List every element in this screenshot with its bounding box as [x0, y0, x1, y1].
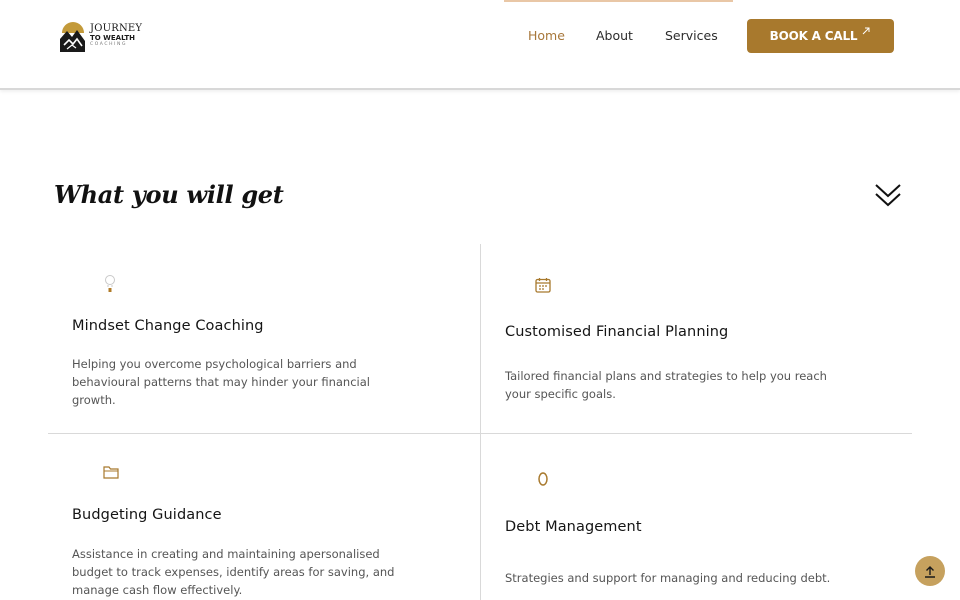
arrow-up-icon — [925, 566, 935, 578]
nav-active-indicator — [504, 0, 733, 2]
card-description: Assistance in creating and maintaining a… — [72, 547, 395, 597]
ring-icon — [538, 472, 548, 486]
nav-services[interactable]: Services — [665, 28, 718, 43]
card-description: Strategies and support for managing and … — [505, 571, 831, 585]
site-header: JOURNEY TO WEALTH COACHING Home About Se… — [0, 0, 960, 90]
card-description: Tailored financial plans and strategies … — [505, 369, 827, 401]
arrow-up-right-icon — [861, 26, 871, 39]
folder-icon — [103, 466, 119, 479]
site-logo[interactable]: JOURNEY TO WEALTH COACHING — [59, 19, 149, 55]
mountain-logo-icon — [60, 22, 85, 52]
logo-line-2: TO WEALTH — [90, 34, 136, 42]
book-a-call-label: BOOK A CALL — [769, 29, 858, 43]
book-a-call-button[interactable]: BOOK A CALL — [747, 19, 894, 53]
scroll-to-top-button[interactable] — [915, 556, 945, 586]
logo-line-1: JOURNEY — [90, 23, 143, 34]
nav-home[interactable]: Home — [528, 28, 565, 43]
grid-divider-vertical — [480, 244, 481, 600]
card-title: Debt Management — [505, 519, 642, 535]
logo-line-3: COACHING — [90, 42, 128, 47]
logo-wordmark: JOURNEY TO WEALTH COACHING — [90, 24, 142, 48]
card-description: Helping you overcome psychological barri… — [72, 357, 370, 407]
calendar-icon — [535, 278, 551, 293]
card-title: Customised Financial Planning — [505, 324, 729, 340]
nav-about[interactable]: About — [596, 28, 633, 43]
section-title: What you will get — [54, 180, 284, 209]
double-chevron-down-icon[interactable] — [874, 183, 902, 209]
lightbulb-icon — [105, 275, 115, 292]
card-title: Mindset Change Coaching — [72, 318, 264, 334]
grid-divider-horizontal — [48, 433, 912, 434]
card-title: Budgeting Guidance — [72, 507, 222, 523]
